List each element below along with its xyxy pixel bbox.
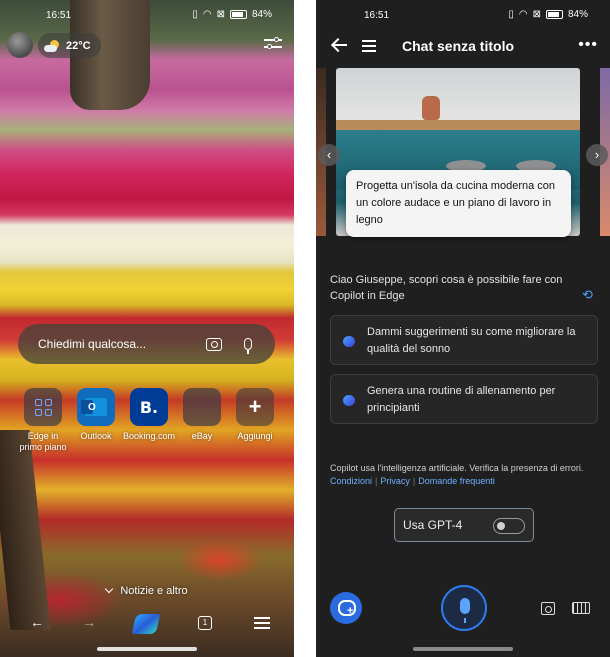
page-settings-icon[interactable] <box>264 36 282 52</box>
status-bar: 16:51 ▯ ◠ ⊠ 84% <box>316 0 610 30</box>
copilot-bubble-icon <box>343 395 355 406</box>
chevron-down-icon <box>105 584 114 594</box>
shortcut-label: Edge in primo piano <box>19 431 67 452</box>
back-icon[interactable]: ← <box>30 614 44 630</box>
news-toggle[interactable]: Notizie e altro <box>0 584 294 597</box>
wifi-icon: ◠ <box>518 9 528 20</box>
camera-icon <box>206 337 222 351</box>
outlook-icon: O <box>77 388 115 426</box>
ebay-icon <box>183 388 221 426</box>
copilot-chat-screen: 16:51 ▯ ◠ ⊠ 84% Chat senza titolo ••• ‹ … <box>316 0 610 657</box>
vibrate-icon: ▯ <box>192 9 198 20</box>
partly-cloudy-icon <box>44 39 60 52</box>
battery-percent: 84% <box>567 9 588 20</box>
browser-toolbar: ← → 1 <box>0 608 294 640</box>
greeting-text: Ciao Giuseppe, scopri cosa è possibile f… <box>330 274 563 302</box>
camera-icon[interactable] <box>541 602 555 615</box>
temperature: 22°C <box>66 39 91 52</box>
refresh-icon[interactable]: ⟲ <box>582 288 596 302</box>
search-placeholder: Chiedimi qualcosa... <box>38 337 147 351</box>
menu-icon[interactable] <box>254 614 270 632</box>
edge-new-tab-screen: 16:51 ▯ ◠ ⊠ 84% 22°C Chiedimi qualcosa..… <box>0 0 294 657</box>
suggestion-text: Dammi suggerimenti su come migliorare la… <box>367 326 576 355</box>
voice-input-button[interactable] <box>441 585 487 631</box>
vibrate-icon: ▯ <box>508 9 514 20</box>
edge-grid-icon <box>24 388 62 426</box>
camera-search-button[interactable] <box>201 334 227 354</box>
shortcut-tiles: Edge in primo piano O Outlook B. Booking… <box>18 388 280 453</box>
new-topic-button[interactable] <box>330 592 362 624</box>
chat-header: Chat senza titolo ••• <box>316 34 610 58</box>
menu-icon[interactable] <box>362 40 376 55</box>
carousel-prompt-card[interactable]: Progetta un'isola da cucina moderna con … <box>346 170 571 237</box>
home-indicator[interactable] <box>413 647 513 651</box>
weather-chip[interactable]: 22°C <box>38 33 101 58</box>
privacy-link[interactable]: Privacy <box>380 476 410 486</box>
wifi-icon: ◠ <box>202 9 212 20</box>
gpt4-toggle-panel: Usa GPT-4 <box>394 508 534 542</box>
shortcut-label: Outlook <box>80 431 112 441</box>
home-indicator[interactable] <box>97 647 197 651</box>
plus-icon: + <box>236 388 274 426</box>
voice-search-button[interactable] <box>235 334 261 354</box>
microphone-icon <box>244 338 252 354</box>
faq-link[interactable]: Domande frequenti <box>418 476 495 486</box>
copilot-bubble-icon <box>343 336 355 347</box>
gpt4-toggle[interactable] <box>493 518 525 534</box>
status-bar: 16:51 ▯ ◠ ⊠ 84% <box>0 0 294 30</box>
tree-trunk-wallpaper <box>0 430 51 630</box>
microphone-icon <box>460 598 470 623</box>
shortcut-outlook[interactable]: O Outlook <box>71 388 121 453</box>
carousel-prev-button[interactable]: ‹ <box>318 144 340 166</box>
ai-disclaimer: Copilot usa l'intelligenza artificiale. … <box>330 463 584 486</box>
battery-percent: 84% <box>251 9 272 20</box>
profile-avatar[interactable] <box>7 32 33 58</box>
terms-link[interactable]: Condizioni <box>330 476 372 486</box>
suggestion-text: Genera una routine di allenamento per pr… <box>367 385 556 414</box>
forward-icon[interactable]: → <box>82 614 96 630</box>
keyboard-icon[interactable] <box>572 602 590 614</box>
news-label: Notizie e altro <box>120 585 188 597</box>
carousel-next-button[interactable]: › <box>586 144 608 166</box>
shortcut-label: Booking.com <box>122 431 176 441</box>
more-options-icon[interactable]: ••• <box>578 36 598 54</box>
suggestion-chip[interactable]: Genera una routine di allenamento per pr… <box>330 374 598 424</box>
status-time: 16:51 <box>364 10 390 21</box>
booking-icon: B. <box>130 388 168 426</box>
shortcut-edge[interactable]: Edge in primo piano <box>18 388 68 453</box>
shortcut-add[interactable]: + Aggiungi <box>230 388 280 453</box>
chat-title: Chat senza titolo <box>402 38 515 54</box>
battery-icon <box>229 10 247 19</box>
status-time: 16:51 <box>46 10 72 21</box>
shortcut-booking[interactable]: B. Booking.com <box>122 388 176 453</box>
suggestion-chip[interactable]: Dammi suggerimenti su come migliorare la… <box>330 315 598 365</box>
no-sim-icon: ⊠ <box>216 9 225 20</box>
gpt4-label: Usa GPT-4 <box>403 518 463 532</box>
battery-icon <box>545 10 563 19</box>
copilot-icon[interactable] <box>131 614 161 634</box>
shortcut-label: eBay <box>191 431 213 441</box>
shortcut-ebay[interactable]: eBay <box>177 388 227 453</box>
chat-input-bar <box>316 585 610 631</box>
tabs-button[interactable]: 1 <box>198 616 212 630</box>
search-bar[interactable]: Chiedimi qualcosa... <box>18 324 275 364</box>
no-sim-icon: ⊠ <box>532 9 541 20</box>
shortcut-label: Aggiungi <box>237 431 273 441</box>
back-arrow-icon[interactable] <box>332 38 347 52</box>
disclaimer-text: Copilot usa l'intelligenza artificiale. … <box>330 463 584 473</box>
